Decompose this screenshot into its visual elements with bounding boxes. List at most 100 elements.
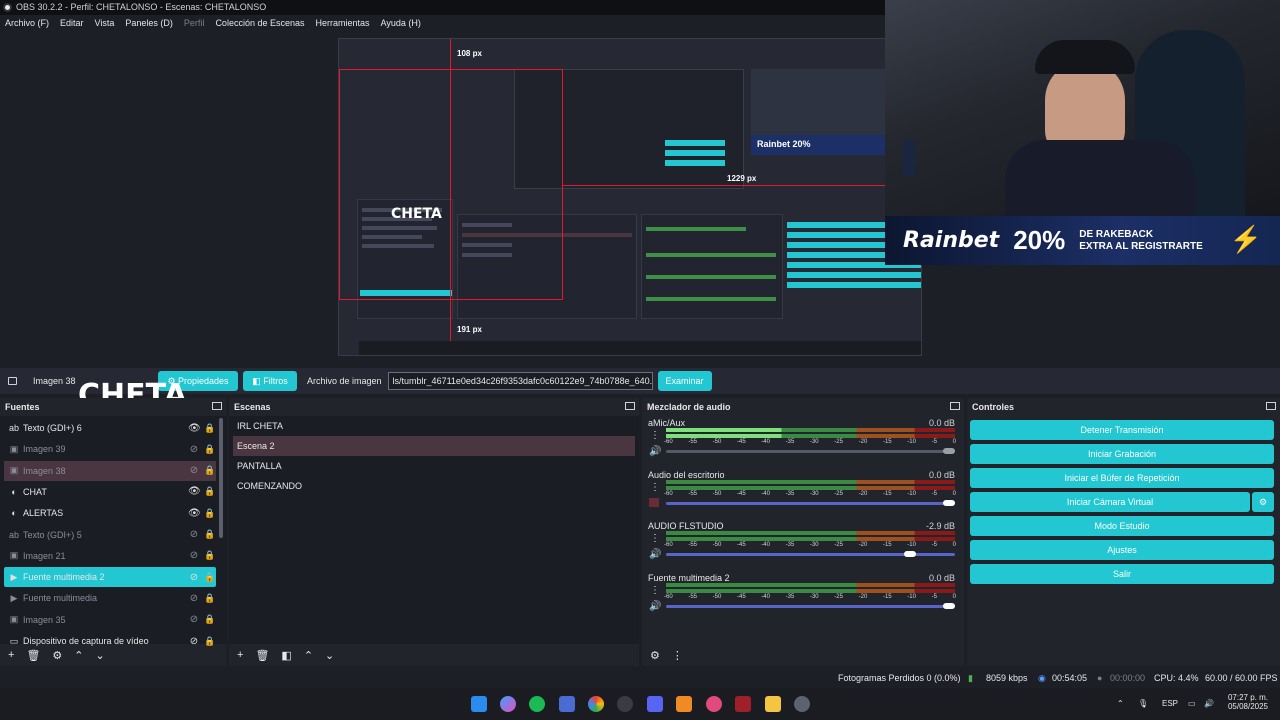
menu-archivo[interactable]: Archivo (F) xyxy=(5,18,49,28)
language-indicator[interactable]: ESP xyxy=(1162,699,1178,708)
move-down-icon[interactable]: ⌄ xyxy=(96,649,105,662)
volume-fader[interactable] xyxy=(666,499,955,506)
control-button[interactable]: Ajustes xyxy=(970,540,1274,560)
scene-item[interactable]: COMENZANDO xyxy=(233,476,635,496)
float-dock-icon[interactable] xyxy=(212,402,222,410)
visibility-eye-icon[interactable]: ⊘ xyxy=(188,550,200,561)
source-item[interactable]: ▣ Imagen 35 ⊘ 🔒 xyxy=(4,610,216,630)
spotify-icon[interactable] xyxy=(529,696,545,712)
scene-item[interactable]: IRL CHETA xyxy=(233,416,635,436)
scenes-list[interactable]: IRL CHETA Escena 2 PANTALLA COMENZANDO xyxy=(229,416,639,644)
menu-vista[interactable]: Vista xyxy=(95,18,115,28)
volume-fader[interactable] xyxy=(666,448,955,454)
fader-knob[interactable] xyxy=(904,551,917,557)
lock-icon[interactable]: 🔒 xyxy=(204,465,216,476)
control-button[interactable]: Iniciar el Búfer de Repetición xyxy=(970,468,1274,488)
visibility-eye-icon[interactable]: ⊘ xyxy=(188,465,200,476)
source-item[interactable]: ▣ Imagen 39 ⊘ 🔒 xyxy=(4,439,216,459)
lock-icon[interactable]: 🔒 xyxy=(204,529,216,540)
sources-scrollbar[interactable] xyxy=(219,418,223,538)
lock-icon[interactable]: 🔒 xyxy=(204,444,216,455)
source-item[interactable]: ◐ ALERTAS 👁 🔒 xyxy=(4,503,216,523)
speaker-icon[interactable]: 🔊 xyxy=(649,601,661,612)
source-properties-icon[interactable]: ⚙ xyxy=(52,649,62,662)
volume-icon[interactable]: 🔊 xyxy=(1204,699,1214,708)
menu-ayuda[interactable]: Ayuda (H) xyxy=(381,18,421,28)
control-button[interactable]: Iniciar Grabación xyxy=(970,444,1274,464)
app-icon-4[interactable] xyxy=(735,696,751,712)
volume-fader[interactable] xyxy=(666,602,955,609)
float-dock-icon[interactable] xyxy=(950,402,960,410)
move-up-icon[interactable]: ⌃ xyxy=(304,649,313,662)
network-icon[interactable]: ▭ xyxy=(1188,699,1196,708)
add-scene-icon[interactable]: + xyxy=(237,649,243,661)
source-item[interactable]: ▶ Fuente multimedia 2 ⊘ 🔒 xyxy=(4,567,216,588)
menu-herramientas[interactable]: Herramientas xyxy=(316,18,370,28)
lock-icon[interactable]: 🔒 xyxy=(204,550,216,561)
move-down-icon[interactable]: ⌄ xyxy=(325,649,334,662)
scene-filters-icon[interactable]: ◧ xyxy=(281,649,291,662)
advanced-audio-icon[interactable]: ⚙ xyxy=(650,649,660,662)
channel-menu-icon[interactable]: ⋮ xyxy=(650,482,660,493)
control-button[interactable]: Detener Transmisión xyxy=(970,420,1274,440)
visibility-eye-icon[interactable]: 👁 xyxy=(188,508,201,519)
visibility-eye-icon[interactable]: ⊘ xyxy=(188,529,200,540)
float-dock-icon[interactable] xyxy=(1266,402,1276,410)
browse-button[interactable]: Examinar xyxy=(657,371,712,391)
speaker-icon[interactable]: 🔊 xyxy=(649,446,661,457)
visibility-eye-icon[interactable]: ⊘ xyxy=(188,614,200,625)
fader-knob[interactable] xyxy=(943,448,955,454)
channel-menu-icon[interactable]: ⋮ xyxy=(650,585,660,596)
mixer-menu-icon[interactable]: ⋮ xyxy=(672,649,683,662)
discord-icon[interactable] xyxy=(647,696,663,712)
move-up-icon[interactable]: ⌃ xyxy=(74,649,83,662)
chrome-icon[interactable] xyxy=(588,696,604,712)
lock-icon[interactable]: 🔒 xyxy=(204,572,216,583)
source-item[interactable]: ab Texto (GDI+) 5 ⊘ 🔒 xyxy=(4,525,216,545)
source-item[interactable]: ▣ Imagen 21 ⊘ 🔒 xyxy=(4,546,216,566)
control-button[interactable]: Salir xyxy=(970,564,1274,584)
visibility-eye-icon[interactable]: ⊘ xyxy=(188,444,200,455)
visibility-eye-icon[interactable]: ⊘ xyxy=(188,572,200,583)
source-item[interactable]: ▶ Fuente multimedia ⊘ 🔒 xyxy=(4,588,216,608)
lock-icon[interactable]: 🔒 xyxy=(204,614,216,625)
fader-knob[interactable] xyxy=(943,499,955,506)
tray-chevron-icon[interactable]: ⌃ xyxy=(1117,699,1124,708)
sources-list[interactable]: ab Texto (GDI+) 6 👁 🔒 ▣ Imagen 39 ⊘ 🔒 ▣ Imagen 38… xyxy=(0,416,226,647)
menu-perfil[interactable]: Perfil xyxy=(184,18,205,28)
remove-scene-icon[interactable]: 🗑 xyxy=(255,649,269,662)
visibility-eye-icon[interactable]: 👁 xyxy=(188,423,201,434)
menu-paneles[interactable]: Paneles (D) xyxy=(125,18,173,28)
float-dock-icon[interactable] xyxy=(625,402,635,410)
virtual-camera-settings-icon[interactable]: ⚙ xyxy=(1252,492,1274,512)
obs-icon[interactable] xyxy=(617,696,633,712)
source-item[interactable]: ◐ CHAT 👁 🔒 xyxy=(4,482,216,502)
lock-icon[interactable]: 🔒 xyxy=(204,593,216,604)
speaker-icon[interactable]: 🔊 xyxy=(649,549,661,560)
lock-icon[interactable]: 🔒 xyxy=(204,423,216,434)
app-icon-2[interactable] xyxy=(676,696,692,712)
source-item[interactable]: ▣ Imagen 38 ⊘ 🔒 xyxy=(4,460,216,481)
speaker-icon[interactable] xyxy=(649,497,659,510)
mic-icon[interactable]: 🎙 xyxy=(1138,699,1148,708)
fader-knob[interactable] xyxy=(943,602,955,609)
copilot-icon[interactable] xyxy=(500,696,516,712)
file-path-field[interactable]: ls/tumblr_46711e0ed34c26f9353dafc0c60122… xyxy=(387,372,653,390)
start-icon[interactable] xyxy=(471,696,487,712)
remove-source-icon[interactable]: 🗑 xyxy=(26,649,40,662)
preview-canvas[interactable]: Rainbet 20% 108 px 1229 px 191 px CHETA xyxy=(338,38,922,356)
channel-menu-icon[interactable]: ⋮ xyxy=(650,430,660,441)
clock[interactable]: 07:27 p. m. 05/08/2025 xyxy=(1226,693,1268,711)
add-source-icon[interactable]: + xyxy=(8,649,14,661)
volume-fader[interactable] xyxy=(666,551,955,557)
file-explorer-icon[interactable] xyxy=(765,696,781,712)
filters-button[interactable]: ◧ Filtros xyxy=(243,371,297,391)
channel-menu-icon[interactable]: ⋮ xyxy=(650,533,660,544)
visibility-eye-icon[interactable]: ⊘ xyxy=(188,593,200,604)
lock-icon[interactable]: 🔒 xyxy=(204,486,216,497)
scene-item[interactable]: PANTALLA xyxy=(233,456,635,476)
menu-editar[interactable]: Editar xyxy=(60,18,84,28)
control-button[interactable]: Modo Estudio xyxy=(970,516,1274,536)
menu-coleccion[interactable]: Colección de Escenas xyxy=(215,18,304,28)
settings-icon[interactable] xyxy=(794,696,810,712)
